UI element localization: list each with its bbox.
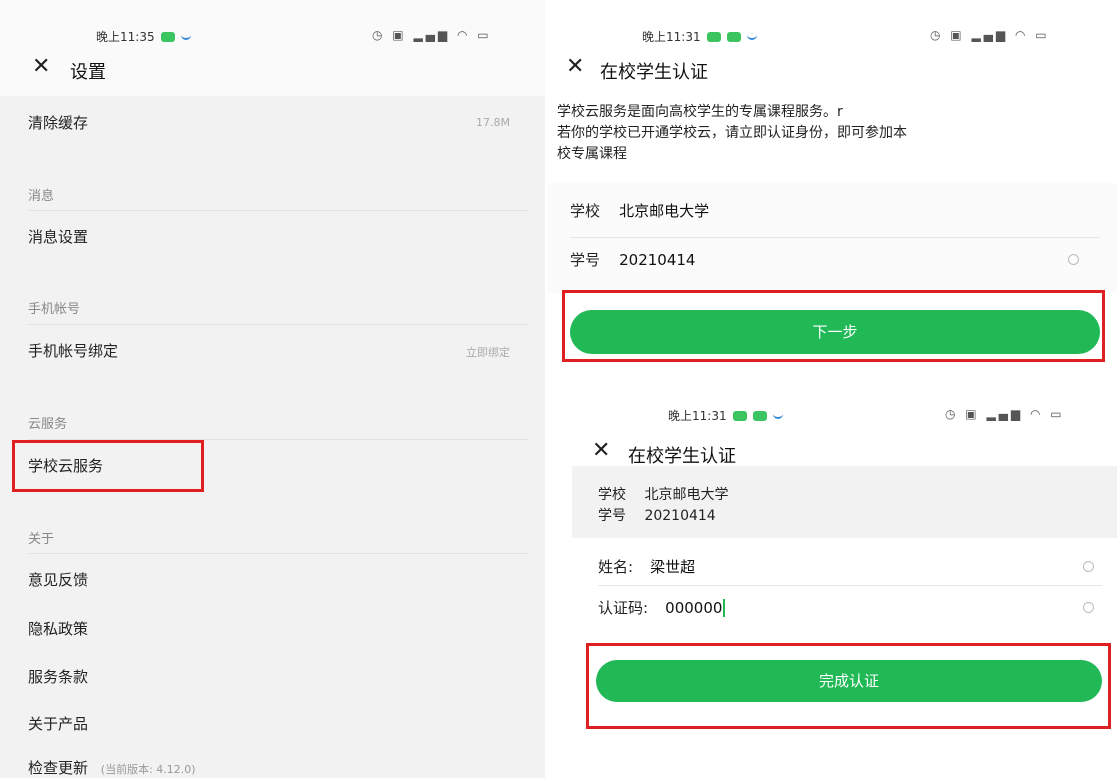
status-icons: ◷ ▣ ▂▄▆ ◠ ▭ bbox=[945, 407, 1065, 421]
notification-icon bbox=[180, 33, 191, 40]
school-value: 北京邮电大学 bbox=[619, 202, 710, 220]
section-phone: 手机帐号 bbox=[28, 302, 81, 317]
student-id-row[interactable]: 学号 20210414 bbox=[570, 249, 695, 270]
school-label: 学校 bbox=[598, 487, 626, 503]
section-cloud: 云服务 bbox=[28, 417, 68, 432]
settings-panel: 晚上11:35 ◷ ▣ ▂▄▆ ◠ ▭ ✕ 设置 清除缓存 17.8M 消息 消… bbox=[0, 0, 545, 778]
school-row: 学校 北京邮电大学 bbox=[570, 200, 709, 221]
intro-line: 学校云服务是面向高校学生的专属课程服务。r bbox=[557, 104, 843, 120]
status-bar: 晚上11:31 bbox=[668, 407, 783, 424]
check-update-label: 检查更新 bbox=[28, 759, 89, 777]
notification-icon bbox=[706, 31, 721, 42]
notification-icon bbox=[726, 31, 741, 42]
name-row[interactable]: 姓名: 梁世超 bbox=[598, 556, 695, 577]
page-title: 在校学生认证 bbox=[628, 446, 736, 467]
divider bbox=[570, 237, 1100, 238]
school-row: 学校 北京邮电大学 bbox=[598, 484, 728, 504]
section-about: 关于 bbox=[28, 532, 55, 547]
student-id-label: 学号 bbox=[598, 508, 626, 524]
message-settings-item[interactable]: 消息设置 bbox=[28, 226, 528, 247]
terms-item[interactable]: 服务条款 bbox=[28, 666, 528, 687]
highlight-box bbox=[586, 643, 1111, 729]
intro-line: 校专属课程 bbox=[557, 146, 627, 162]
school-label: 学校 bbox=[570, 202, 601, 220]
clear-cache-item[interactable]: 清除缓存 17.8M bbox=[28, 112, 528, 133]
highlight-box bbox=[12, 440, 204, 492]
divider bbox=[598, 585, 1102, 586]
name-input[interactable]: 梁世超 bbox=[650, 558, 695, 576]
student-id-row: 学号 20210414 bbox=[598, 505, 716, 525]
clear-icon[interactable] bbox=[1068, 254, 1079, 265]
divider bbox=[28, 553, 528, 554]
notification-icon bbox=[732, 410, 747, 421]
status-icons: ◷ ▣ ▂▄▆ ◠ ▭ bbox=[930, 28, 1050, 42]
status-time: 晚上11:31 bbox=[668, 409, 727, 423]
name-label: 姓名: bbox=[598, 558, 634, 576]
close-icon[interactable]: ✕ bbox=[566, 56, 584, 78]
highlight-box bbox=[562, 290, 1105, 362]
section-message: 消息 bbox=[28, 189, 55, 204]
cache-size: 17.8M bbox=[476, 116, 510, 129]
page-title: 设置 bbox=[70, 62, 106, 83]
status-time: 晚上11:35 bbox=[96, 30, 155, 44]
status-bar: 晚上11:31 bbox=[642, 28, 757, 45]
phone-binding-label: 手机帐号绑定 bbox=[28, 342, 119, 360]
clear-icon[interactable] bbox=[1083, 561, 1094, 572]
page-title: 在校学生认证 bbox=[600, 62, 708, 83]
version-text: (当前版本: 4.12.0) bbox=[100, 763, 196, 776]
feedback-item[interactable]: 意见反馈 bbox=[28, 569, 528, 590]
phone-binding-item[interactable]: 手机帐号绑定 立即绑定 bbox=[28, 340, 528, 361]
about-product-item[interactable]: 关于产品 bbox=[28, 713, 528, 734]
code-row[interactable]: 认证码: 000000 bbox=[598, 597, 726, 618]
intro-text: 学校云服务是面向高校学生的专属课程服务。r 若你的学校已开通学校云，请立即认证身… bbox=[557, 102, 1103, 165]
status-icons: ◷ ▣ ▂▄▆ ◠ ▭ bbox=[372, 28, 492, 42]
status-bar: 晚上11:35 bbox=[96, 28, 191, 45]
notification-icon bbox=[772, 412, 783, 419]
notification-icon bbox=[746, 33, 757, 40]
check-update-item[interactable]: 检查更新 (当前版本: 4.12.0) bbox=[28, 757, 528, 778]
notification-icon bbox=[752, 410, 767, 421]
clear-icon[interactable] bbox=[1083, 602, 1094, 613]
notification-icon bbox=[160, 31, 175, 42]
student-id-label: 学号 bbox=[570, 251, 601, 269]
school-value: 北京邮电大学 bbox=[644, 487, 729, 503]
close-icon[interactable]: ✕ bbox=[32, 56, 50, 78]
intro-line: 若你的学校已开通学校云，请立即认证身份，即可参加本 bbox=[557, 125, 907, 141]
divider bbox=[28, 210, 528, 211]
student-id-value: 20210414 bbox=[644, 508, 716, 524]
code-label: 认证码: bbox=[598, 599, 649, 617]
verification-code-input[interactable]: 000000 bbox=[665, 599, 726, 617]
divider bbox=[28, 324, 528, 325]
close-icon[interactable]: ✕ bbox=[592, 440, 610, 462]
student-id-input[interactable]: 20210414 bbox=[619, 251, 695, 269]
clear-cache-label: 清除缓存 bbox=[28, 114, 89, 132]
bind-now-link[interactable]: 立即绑定 bbox=[466, 344, 510, 360]
privacy-item[interactable]: 隐私政策 bbox=[28, 618, 528, 639]
status-time: 晚上11:31 bbox=[642, 30, 701, 44]
